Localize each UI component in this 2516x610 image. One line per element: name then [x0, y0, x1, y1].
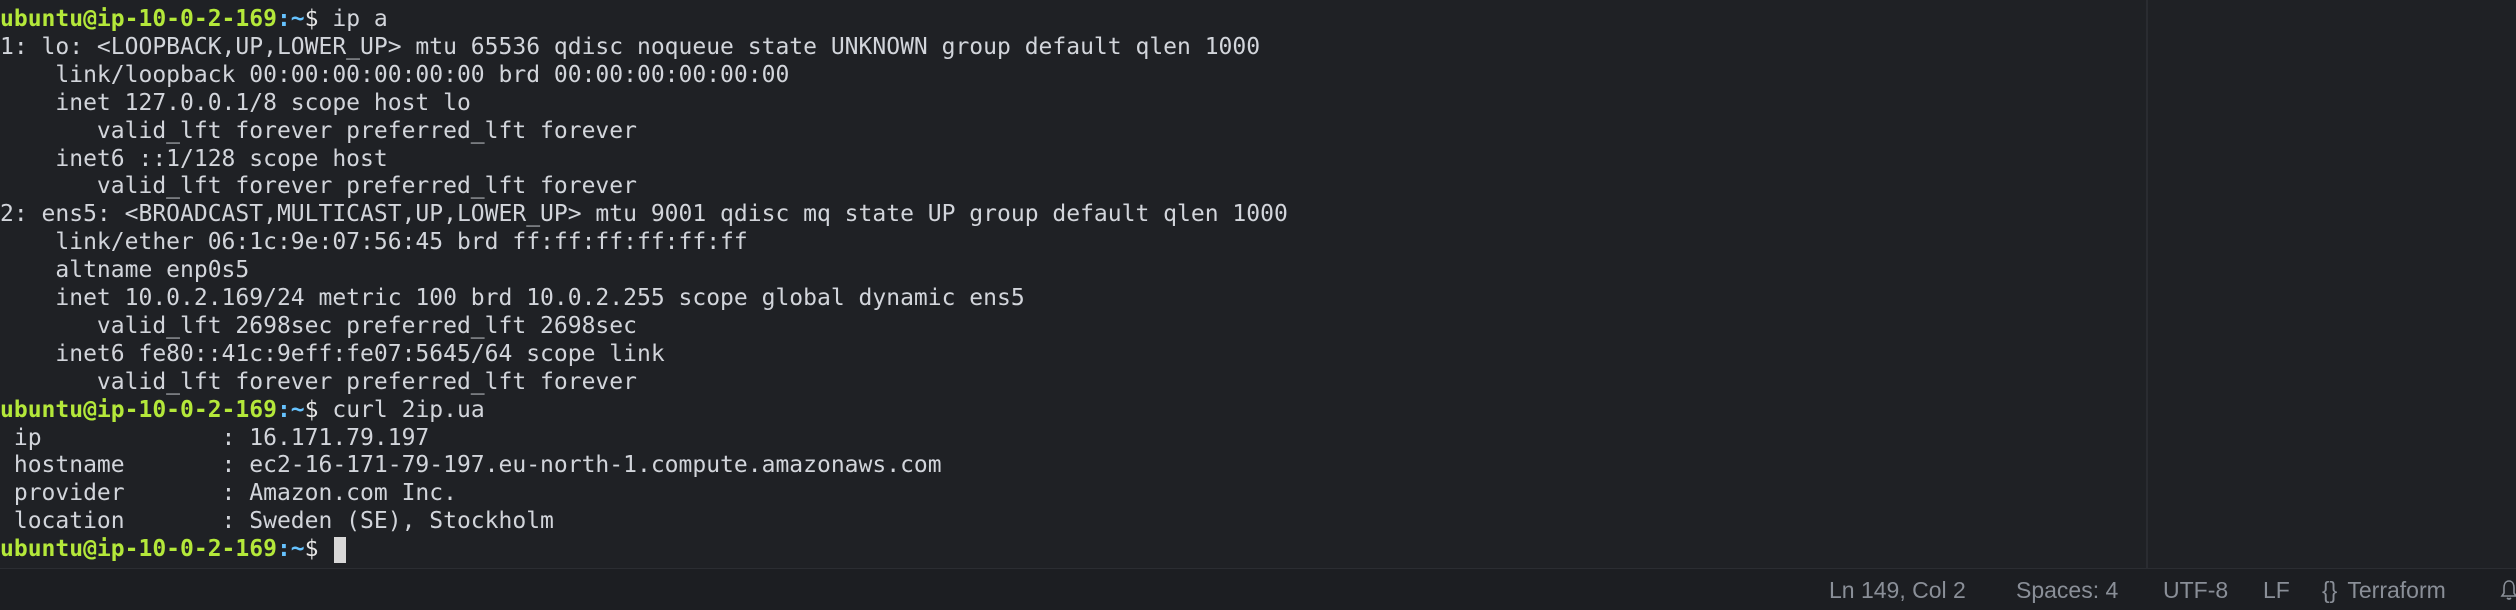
terminal-output-line: valid_lft forever preferred_lft forever: [0, 117, 637, 144]
prompt-user-host: ubuntu@ip-10-0-2-169: [0, 536, 277, 563]
terminal-output-line: ip : 16.171.79.197: [0, 424, 430, 451]
terminal-prompt-line: ubuntu@ip-10-0-2-169:~$: [0, 535, 347, 563]
braces-icon: {}: [2322, 577, 2338, 603]
terminal-prompt-line: ubuntu@ip-10-0-2-169:~$ curl 2ip.ua: [0, 396, 485, 424]
terminal-output-line: inet 10.0.2.169/24 metric 100 brd 10.0.2…: [0, 285, 1025, 311]
terminal-output-line: link/ether 06:1c:9e:07:56:45 brd ff:ff:f…: [0, 229, 748, 256]
encoding-setting[interactable]: UTF-8: [2163, 577, 2228, 603]
terminal-output-line: 1: lo: <LOOPBACK,UP,LOWER_UP> mtu 65536 …: [0, 33, 1261, 60]
terminal-output-line: inet6 ::1/128 scope host: [0, 145, 388, 172]
editor-gutter: [2160, 0, 2516, 568]
prompt-user-host: ubuntu@ip-10-0-2-169: [0, 6, 277, 32]
terminal-output-line: valid_lft forever preferred_lft forever: [0, 173, 637, 200]
terminal-output-line: location : Sweden (SE), Stockholm: [0, 508, 554, 535]
terminal-panel[interactable]: ubuntu@ip-10-0-2-169:~$ ip a 1: lo: <LOOP…: [0, 0, 2160, 568]
prompt-user-host: ubuntu@ip-10-0-2-169: [0, 396, 277, 423]
terminal-cursor[interactable]: [334, 536, 347, 563]
prompt-sign: $: [304, 396, 333, 423]
command-text: curl 2ip.ua: [332, 396, 485, 423]
indentation-setting[interactable]: Spaces: 4: [2016, 577, 2118, 603]
panel-divider: [2146, 0, 2148, 568]
prompt-sign: $: [304, 536, 333, 563]
eol-setting[interactable]: LF: [2263, 577, 2290, 603]
terminal-output-line: provider : Amazon.com Inc.: [0, 480, 457, 507]
terminal-output-line: inet6 fe80::41c:9eff:fe07:5645/64 scope …: [0, 340, 665, 367]
prompt-sign: $: [304, 6, 333, 32]
terminal-output-line: inet 127.0.0.1/8 scope host lo: [0, 89, 471, 116]
terminal-output-line: link/loopback 00:00:00:00:00:00 brd 00:0…: [0, 61, 790, 88]
terminal-output-line: altname enp0s5: [0, 257, 250, 284]
command-text: ip a: [332, 6, 388, 32]
terminal-output-line: valid_lft 2698sec preferred_lft 2698sec: [0, 312, 637, 339]
language-mode[interactable]: {} Terraform: [2322, 577, 2446, 603]
terminal-prompt-line: ubuntu@ip-10-0-2-169:~$ ip a: [0, 5, 388, 33]
terminal-output-line: 2: ens5: <BROADCAST,MULTICAST,UP,LOWER_U…: [0, 201, 1288, 228]
language-label: Terraform: [2347, 577, 2446, 603]
bell-icon[interactable]: [2500, 579, 2516, 601]
prompt-path: :~: [276, 536, 305, 563]
status-bar: Ln 149, Col 2 Spaces: 4 UTF-8 LF {} Terra…: [0, 568, 2516, 610]
prompt-path: :~: [276, 6, 305, 32]
prompt-path: :~: [276, 396, 305, 423]
terminal-output-line: hostname : ec2-16-171-79-197.eu-north-1.…: [0, 452, 942, 479]
terminal-output-line: valid_lft forever preferred_lft forever: [0, 368, 637, 395]
cursor-position[interactable]: Ln 149, Col 2: [1829, 577, 1966, 603]
